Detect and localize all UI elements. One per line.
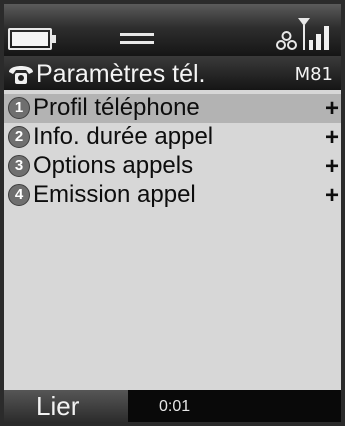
number-1-icon: 1: [8, 97, 30, 119]
lier-softkey[interactable]: Lier: [4, 390, 128, 422]
menu-indicator-icon: [120, 33, 154, 36]
menu-item-emission-appel[interactable]: 4 Emission appel +: [4, 181, 341, 210]
softkey-bar: Lier 0:01: [4, 390, 341, 422]
number-4-icon: 4: [8, 184, 30, 206]
menu-item-label: Emission appel: [33, 181, 196, 208]
menu-item-info-duree-appel[interactable]: 2 Info. durée appel +: [4, 123, 341, 152]
title-bar: Paramètres tél. M81: [4, 56, 341, 90]
submenu-plus-icon: +: [324, 124, 339, 151]
submenu-plus-icon: +: [324, 95, 339, 122]
menu-item-profil-telephone[interactable]: 1 Profil téléphone +: [4, 94, 341, 123]
menu-item-label: Options appels: [33, 152, 194, 179]
signal-strength-icon: [276, 18, 329, 50]
submenu-plus-icon: +: [324, 182, 339, 209]
menu-list: 1 Profil téléphone + 2 Info. durée appel…: [4, 90, 341, 390]
status-bar: [4, 4, 341, 56]
submenu-plus-icon: +: [324, 153, 339, 180]
call-timer: 0:01: [159, 398, 191, 415]
menu-item-options-appels[interactable]: 3 Options appels +: [4, 152, 341, 181]
number-2-icon: 2: [8, 126, 30, 148]
menu-item-label: Profil téléphone: [33, 94, 200, 121]
page-title: Paramètres tél.: [36, 60, 206, 88]
phone-screen: Paramètres tél. M81 1 Profil téléphone +…: [4, 4, 341, 422]
model-label: M81: [294, 64, 333, 85]
number-3-icon: 3: [8, 155, 30, 177]
battery-full-icon: [8, 28, 56, 50]
menu-item-label: Info. durée appel: [33, 123, 214, 150]
settings-phone-icon: [9, 66, 33, 84]
